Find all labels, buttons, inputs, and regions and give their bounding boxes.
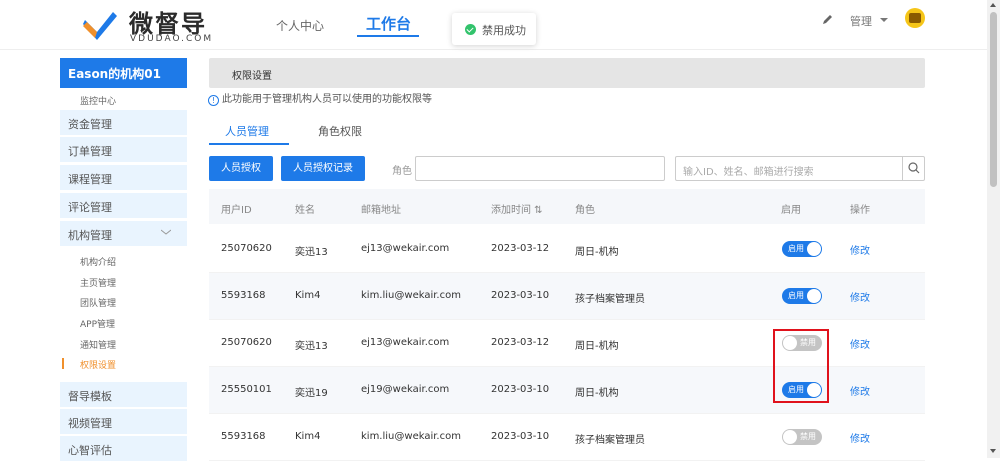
column-actions: 操作 bbox=[850, 205, 870, 216]
column-user-id: 用户ID bbox=[221, 205, 252, 216]
sidebar-item-assessment[interactable]: 心智评估 bbox=[60, 436, 187, 461]
sidebar-item-templates[interactable]: 督导模板 bbox=[60, 382, 187, 407]
role-label: 角色 bbox=[392, 166, 412, 177]
cell-role: 孩子档案管理员 bbox=[575, 294, 645, 305]
cell-name: 奕迅13 bbox=[295, 341, 328, 352]
enable-toggle[interactable]: 禁用 bbox=[782, 429, 822, 445]
table-row: 5593168 Kim4 kim.liu@wekair.com 2023-03-… bbox=[209, 414, 925, 461]
table-row: 5593168 Kim4 kim.liu@wekair.com 2023-03-… bbox=[209, 273, 925, 320]
table-row: 25070620 奕迅13 ej13@wekair.com 2023-03-12… bbox=[209, 226, 925, 273]
column-added-time[interactable]: 添加时间 ⇅ bbox=[491, 201, 543, 216]
cell-email: kim.liu@wekair.com bbox=[361, 431, 461, 442]
grant-button[interactable]: 人员授权 bbox=[209, 156, 273, 181]
sidebar-sub-team[interactable]: 团队管理 bbox=[80, 296, 116, 309]
cell-email: kim.liu@wekair.com bbox=[361, 290, 461, 301]
logo-icon bbox=[83, 12, 117, 40]
sidebar-item-label: 机构管理 bbox=[68, 229, 112, 242]
sidebar-item-comments[interactable]: 评论管理 bbox=[60, 193, 187, 218]
role-input[interactable] bbox=[415, 156, 665, 181]
sidebar-sub-homepage[interactable]: 主页管理 bbox=[80, 276, 116, 289]
tab-personnel[interactable]: 人员管理 bbox=[225, 123, 269, 139]
search-input[interactable]: 输入ID、姓名、邮箱进行搜索 bbox=[675, 156, 925, 181]
search-placeholder: 输入ID、姓名、邮箱进行搜索 bbox=[683, 167, 814, 178]
search-icon bbox=[908, 162, 920, 174]
nav-personal-center[interactable]: 个人中心 bbox=[276, 17, 324, 34]
info-notice: ! 此功能用于管理机构人员可以使用的功能权限等 bbox=[208, 90, 432, 106]
page-title: 权限设置 bbox=[232, 71, 272, 82]
page-scrollbar[interactable] bbox=[987, 0, 1000, 458]
cell-date: 2023-03-10 bbox=[491, 431, 550, 442]
column-enabled: 启用 bbox=[781, 205, 801, 216]
cell-date: 2023-03-12 bbox=[491, 337, 550, 348]
cell-date: 2023-03-10 bbox=[491, 384, 550, 395]
cell-role: 周日-机构 bbox=[575, 247, 619, 258]
sidebar-item-orders[interactable]: 订单管理 bbox=[60, 137, 187, 162]
sidebar-item-courses[interactable]: 课程管理 bbox=[60, 165, 187, 190]
sidebar-org-name[interactable]: Eason的机构01 bbox=[60, 58, 187, 88]
info-icon: ! bbox=[208, 95, 219, 106]
cell-role: 孩子档案管理员 bbox=[575, 435, 645, 446]
cell-user-id: 5593168 bbox=[221, 431, 266, 442]
cell-role: 周日-机构 bbox=[575, 341, 619, 352]
section-header: 权限设置 bbox=[209, 58, 925, 88]
tab-role-permissions[interactable]: 角色权限 bbox=[318, 123, 362, 139]
cell-date: 2023-03-12 bbox=[491, 243, 550, 254]
enable-toggle[interactable]: 启用 bbox=[782, 288, 822, 304]
toast-message: 禁用成功 bbox=[452, 13, 536, 45]
highlight-box bbox=[773, 329, 829, 403]
chevron-down-icon bbox=[161, 229, 171, 235]
cell-name: Kim4 bbox=[295, 290, 321, 301]
sidebar-sub-app[interactable]: APP管理 bbox=[80, 317, 115, 330]
sidebar-item-funds[interactable]: 资金管理 bbox=[60, 110, 187, 135]
sidebar-sub-org-intro[interactable]: 机构介绍 bbox=[80, 255, 116, 268]
cell-email: ej13@wekair.com bbox=[361, 337, 450, 348]
cell-user-id: 25070620 bbox=[221, 337, 272, 348]
column-email: 邮箱地址 bbox=[361, 205, 401, 216]
table-header: 用户ID 姓名 邮箱地址 添加时间 ⇅ 角色 启用 操作 bbox=[209, 189, 925, 224]
cell-user-id: 25070620 bbox=[221, 243, 272, 254]
cell-email: ej13@wekair.com bbox=[361, 243, 450, 254]
cell-role: 周日-机构 bbox=[575, 388, 619, 399]
scroll-up-icon[interactable] bbox=[990, 3, 996, 7]
cell-name: 奕迅13 bbox=[295, 247, 328, 258]
scroll-thumb[interactable] bbox=[990, 12, 997, 187]
cell-date: 2023-03-10 bbox=[491, 290, 550, 301]
info-text: 此功能用于管理机构人员可以使用的功能权限等 bbox=[222, 94, 432, 105]
cell-user-id: 5593168 bbox=[221, 290, 266, 301]
nav-workbench[interactable]: 工作台 bbox=[366, 13, 411, 34]
success-check-icon bbox=[465, 24, 476, 35]
column-name: 姓名 bbox=[295, 205, 315, 216]
cell-email: ej19@wekair.com bbox=[361, 384, 450, 395]
avatar[interactable] bbox=[905, 8, 925, 28]
scroll-down-icon[interactable] bbox=[990, 449, 996, 453]
sidebar-item-videos[interactable]: 视频管理 bbox=[60, 409, 187, 434]
active-indicator bbox=[62, 358, 64, 369]
nav-active-underline bbox=[357, 35, 419, 37]
edit-link[interactable]: 修改 bbox=[850, 289, 870, 304]
cell-name: 奕迅19 bbox=[295, 388, 328, 399]
edit-link[interactable]: 修改 bbox=[850, 242, 870, 257]
cell-user-id: 25550101 bbox=[221, 384, 272, 395]
chevron-down-icon[interactable] bbox=[880, 18, 888, 22]
toast-text: 禁用成功 bbox=[482, 24, 526, 37]
logo-subtitle: VDUDAO.COM bbox=[130, 34, 214, 44]
edit-link[interactable]: 修改 bbox=[850, 336, 870, 351]
sidebar-sub-notifications[interactable]: 通知管理 bbox=[80, 338, 116, 351]
pencil-icon[interactable] bbox=[822, 13, 834, 25]
edit-link[interactable]: 修改 bbox=[850, 430, 870, 445]
enable-toggle[interactable]: 启用 bbox=[782, 241, 822, 257]
sidebar-sub-permissions[interactable]: 权限设置 bbox=[80, 358, 116, 371]
sidebar: Eason的机构01 监控中心 资金管理 订单管理 课程管理 评论管理 机构管理… bbox=[60, 58, 187, 461]
sidebar-item-monitor[interactable]: 监控中心 bbox=[80, 94, 116, 107]
admin-menu[interactable]: 管理 bbox=[850, 13, 872, 29]
tab-active-underline bbox=[209, 143, 289, 145]
sidebar-item-org-management[interactable]: 机构管理 bbox=[60, 221, 187, 246]
edit-link[interactable]: 修改 bbox=[850, 383, 870, 398]
search-button[interactable] bbox=[902, 157, 924, 180]
column-role: 角色 bbox=[575, 205, 595, 216]
cell-name: Kim4 bbox=[295, 431, 321, 442]
top-header: 微督导 VDUDAO.COM 个人中心 工作台 禁用成功 管理 bbox=[0, 0, 987, 50]
grant-record-button[interactable]: 人员授权记录 bbox=[281, 156, 365, 181]
logo[interactable]: 微督导 VDUDAO.COM bbox=[83, 6, 223, 46]
